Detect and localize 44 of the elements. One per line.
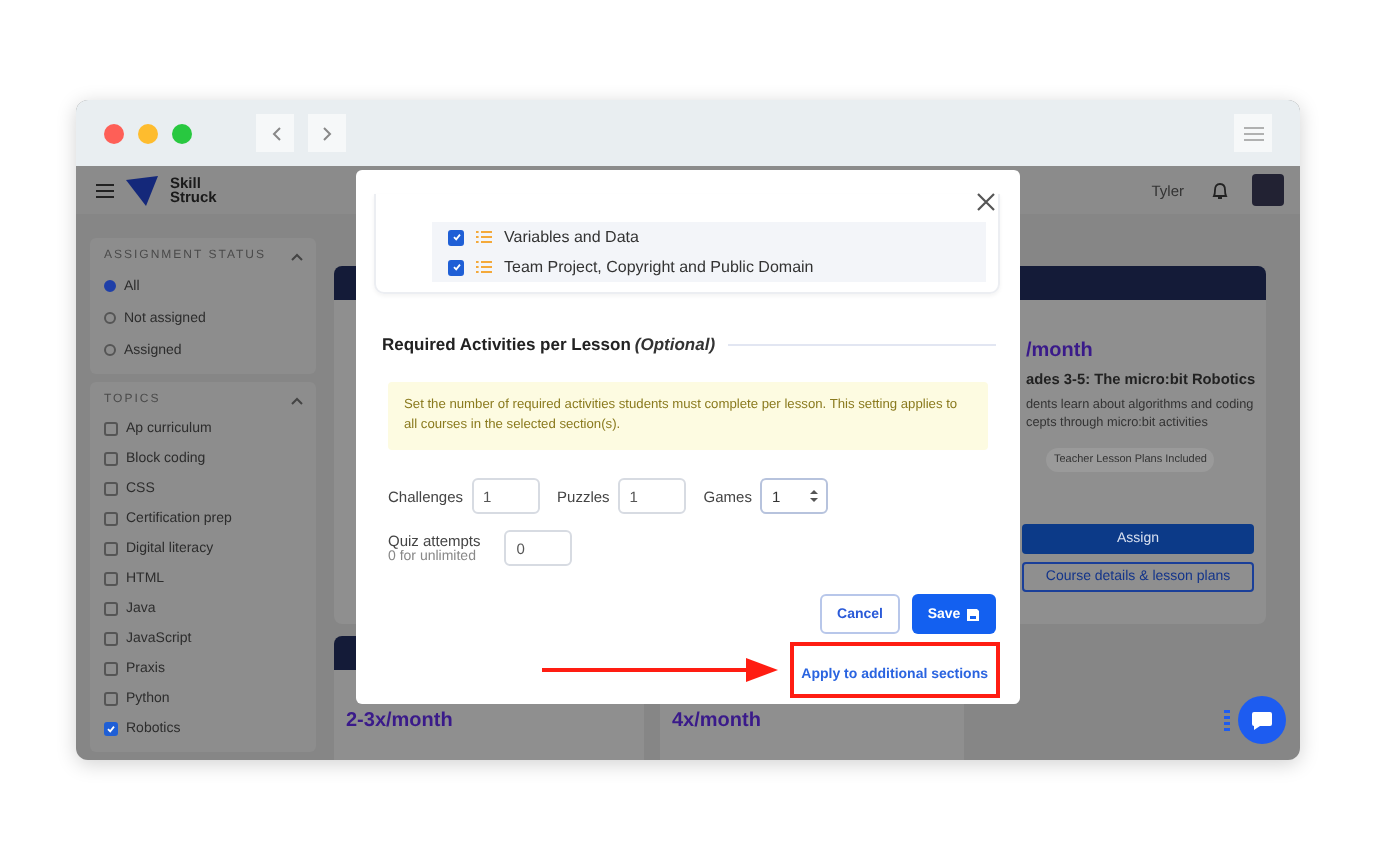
checkbox[interactable] [104,422,118,436]
chat-button[interactable] [1238,696,1286,744]
forward-button[interactable] [308,114,346,152]
radio-button[interactable] [104,312,116,324]
checkbox[interactable] [448,259,464,275]
checkbox[interactable] [104,662,118,676]
checkbox[interactable] [448,229,464,245]
checkbox[interactable] [104,722,118,736]
stepper-arrows-icon[interactable] [809,488,818,504]
radio-button[interactable] [104,344,116,356]
logo-icon [126,175,158,205]
card-frequency: 2-3x/month [346,710,455,732]
card-frequency: /month [1026,340,1095,362]
checkbox[interactable] [104,482,118,496]
section-title: Required Activities per Lesson (Optional) [382,334,716,354]
checkbox[interactable] [104,512,118,526]
chevron-right-icon [321,125,333,141]
checkbox[interactable] [104,602,118,616]
checkbox[interactable] [104,692,118,706]
checkbox[interactable] [104,572,118,586]
chevron-up-icon[interactable] [290,251,304,261]
minimize-window-icon[interactable] [138,123,158,143]
maximize-window-icon[interactable] [172,123,192,143]
lines-icon [1243,125,1263,141]
save-icon [966,607,981,621]
chevron-up-icon[interactable] [290,395,304,405]
card-frequency: 4x/month [672,710,763,732]
lesson-title: Team Project, Copyright and Public Domain [504,258,814,276]
checkbox[interactable] [104,542,118,556]
close-window-icon[interactable] [104,123,124,143]
bell-icon[interactable] [1212,181,1228,199]
grip-icon[interactable] [1224,710,1230,734]
back-button[interactable] [256,114,294,152]
menu-icon[interactable] [96,183,114,197]
chevron-left-icon [269,125,281,141]
list-icon [476,260,492,274]
checkbox[interactable] [104,632,118,646]
list-icon [476,230,492,244]
lesson-title: Variables and Data [504,228,639,246]
radio-button[interactable] [104,280,116,292]
close-icon[interactable] [976,192,996,212]
checkbox[interactable] [104,452,118,466]
settings-button[interactable] [1234,114,1272,152]
chat-bubble-icon [1250,709,1274,731]
